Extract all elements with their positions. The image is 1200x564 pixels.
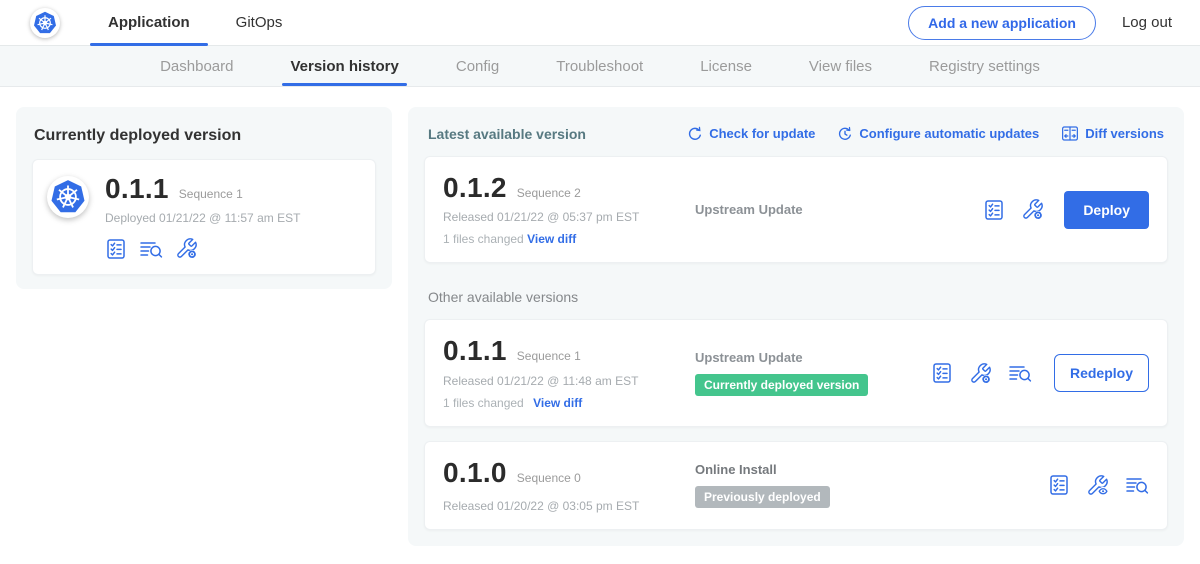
subnav-config-label: Config <box>456 58 499 75</box>
version-number: 0.1.2 <box>443 173 507 202</box>
app-header: Application GitOps Add a new application… <box>0 0 1200 46</box>
deploy-logs-icon[interactable] <box>1125 474 1149 496</box>
previously-deployed-badge: Previously deployed <box>695 486 830 508</box>
available-versions-panel: Latest available version Check for updat… <box>408 107 1184 546</box>
app-subnav: Dashboard Version history Config Trouble… <box>0 46 1200 87</box>
subnav-dashboard[interactable]: Dashboard <box>160 46 233 86</box>
subnav-troubleshoot-label: Troubleshoot <box>556 58 643 75</box>
add-application-button[interactable]: Add a new application <box>908 6 1096 40</box>
version-source: Upstream Update <box>695 350 803 365</box>
subnav-license[interactable]: License <box>700 46 752 86</box>
files-changed: 1 files changed <box>443 396 524 410</box>
edit-config-icon[interactable] <box>969 362 992 385</box>
diff-versions-label: Diff versions <box>1085 126 1164 141</box>
version-sequence: Sequence 2 <box>517 186 581 200</box>
subnav-version-history-label: Version history <box>290 58 398 75</box>
tab-application-label: Application <box>108 14 190 31</box>
preflight-checks-icon[interactable] <box>931 362 953 384</box>
version-number: 0.1.1 <box>443 336 507 365</box>
currently-deployed-badge: Currently deployed version <box>695 374 868 396</box>
kubernetes-logo <box>30 8 60 38</box>
version-source: Upstream Update <box>695 202 803 217</box>
files-changed: 1 files changed <box>443 232 524 246</box>
view-config-icon[interactable] <box>1086 474 1109 497</box>
app-icon <box>47 176 89 218</box>
header-right: Add a new application Log out <box>908 6 1172 40</box>
subnav-version-history[interactable]: Version history <box>290 46 398 86</box>
redeploy-button[interactable]: Redeploy <box>1054 354 1149 392</box>
deploy-logs-icon[interactable] <box>1008 362 1032 384</box>
edit-config-icon[interactable] <box>175 237 198 260</box>
diff-icon <box>1061 125 1079 142</box>
configure-automatic-updates-link[interactable]: Configure automatic updates <box>837 126 1039 142</box>
check-for-update-label: Check for update <box>709 126 815 141</box>
deploy-button[interactable]: Deploy <box>1064 191 1149 229</box>
kubernetes-logo-icon <box>33 11 57 35</box>
preflight-checks-icon[interactable] <box>1048 474 1070 496</box>
deployed-panel-title: Currently deployed version <box>34 127 374 145</box>
logout-link[interactable]: Log out <box>1122 14 1172 31</box>
tab-application[interactable]: Application <box>92 0 206 46</box>
subnav-config[interactable]: Config <box>456 46 499 86</box>
header-tabs: Application GitOps <box>92 0 312 46</box>
subnav-registry-settings-label: Registry settings <box>929 58 1040 75</box>
tab-gitops-label: GitOps <box>236 14 283 31</box>
deployed-timestamp: Deployed 01/21/22 @ 11:57 am EST <box>105 211 300 225</box>
version-sequence: Sequence 1 <box>517 349 581 363</box>
subnav-troubleshoot[interactable]: Troubleshoot <box>556 46 643 86</box>
tab-gitops[interactable]: GitOps <box>220 0 299 46</box>
other-versions-title: Other available versions <box>428 289 1164 305</box>
preflight-checks-icon[interactable] <box>105 238 127 260</box>
deploy-logs-icon[interactable] <box>139 238 163 260</box>
subnav-registry-settings[interactable]: Registry settings <box>929 46 1040 86</box>
version-card-0-1-0: 0.1.0 Sequence 0 Released 01/20/22 @ 03:… <box>424 441 1168 530</box>
version-number: 0.1.0 <box>443 458 507 487</box>
subnav-license-label: License <box>700 58 752 75</box>
version-released: Released 01/21/22 @ 05:37 pm EST <box>443 210 695 224</box>
deployed-version-card: 0.1.1 Sequence 1 Deployed 01/21/22 @ 11:… <box>32 159 376 275</box>
deployed-version-number: 0.1.1 <box>105 174 169 203</box>
version-released: Released 01/21/22 @ 11:48 am EST <box>443 374 695 388</box>
view-diff-link[interactable]: View diff <box>533 396 582 410</box>
currently-deployed-panel: Currently deployed version <box>16 107 392 289</box>
kubernetes-app-icon <box>50 179 86 215</box>
refresh-icon <box>687 126 703 142</box>
main-content: Currently deployed version <box>0 87 1200 546</box>
version-released: Released 01/20/22 @ 03:05 pm EST <box>443 499 695 513</box>
subnav-view-files[interactable]: View files <box>809 46 872 86</box>
latest-available-title: Latest available version <box>428 126 586 142</box>
deployed-sequence: Sequence 1 <box>179 187 243 201</box>
subnav-dashboard-label: Dashboard <box>160 58 233 75</box>
edit-config-icon[interactable] <box>1021 198 1044 221</box>
version-card-0-1-1: 0.1.1 Sequence 1 Released 01/21/22 @ 11:… <box>424 319 1168 426</box>
deployed-version-info: 0.1.1 Sequence 1 Deployed 01/21/22 @ 11:… <box>105 174 300 260</box>
version-source: Online Install <box>695 462 777 477</box>
check-for-update-link[interactable]: Check for update <box>687 126 815 142</box>
schedule-icon <box>837 126 853 142</box>
version-sequence: Sequence 0 <box>517 471 581 485</box>
configure-automatic-updates-label: Configure automatic updates <box>859 126 1039 141</box>
view-diff-link[interactable]: View diff <box>527 232 576 246</box>
subnav-view-files-label: View files <box>809 58 872 75</box>
preflight-checks-icon[interactable] <box>983 199 1005 221</box>
diff-versions-link[interactable]: Diff versions <box>1061 125 1164 142</box>
version-card-0-1-2: 0.1.2 Sequence 2 Released 01/21/22 @ 05:… <box>424 156 1168 263</box>
